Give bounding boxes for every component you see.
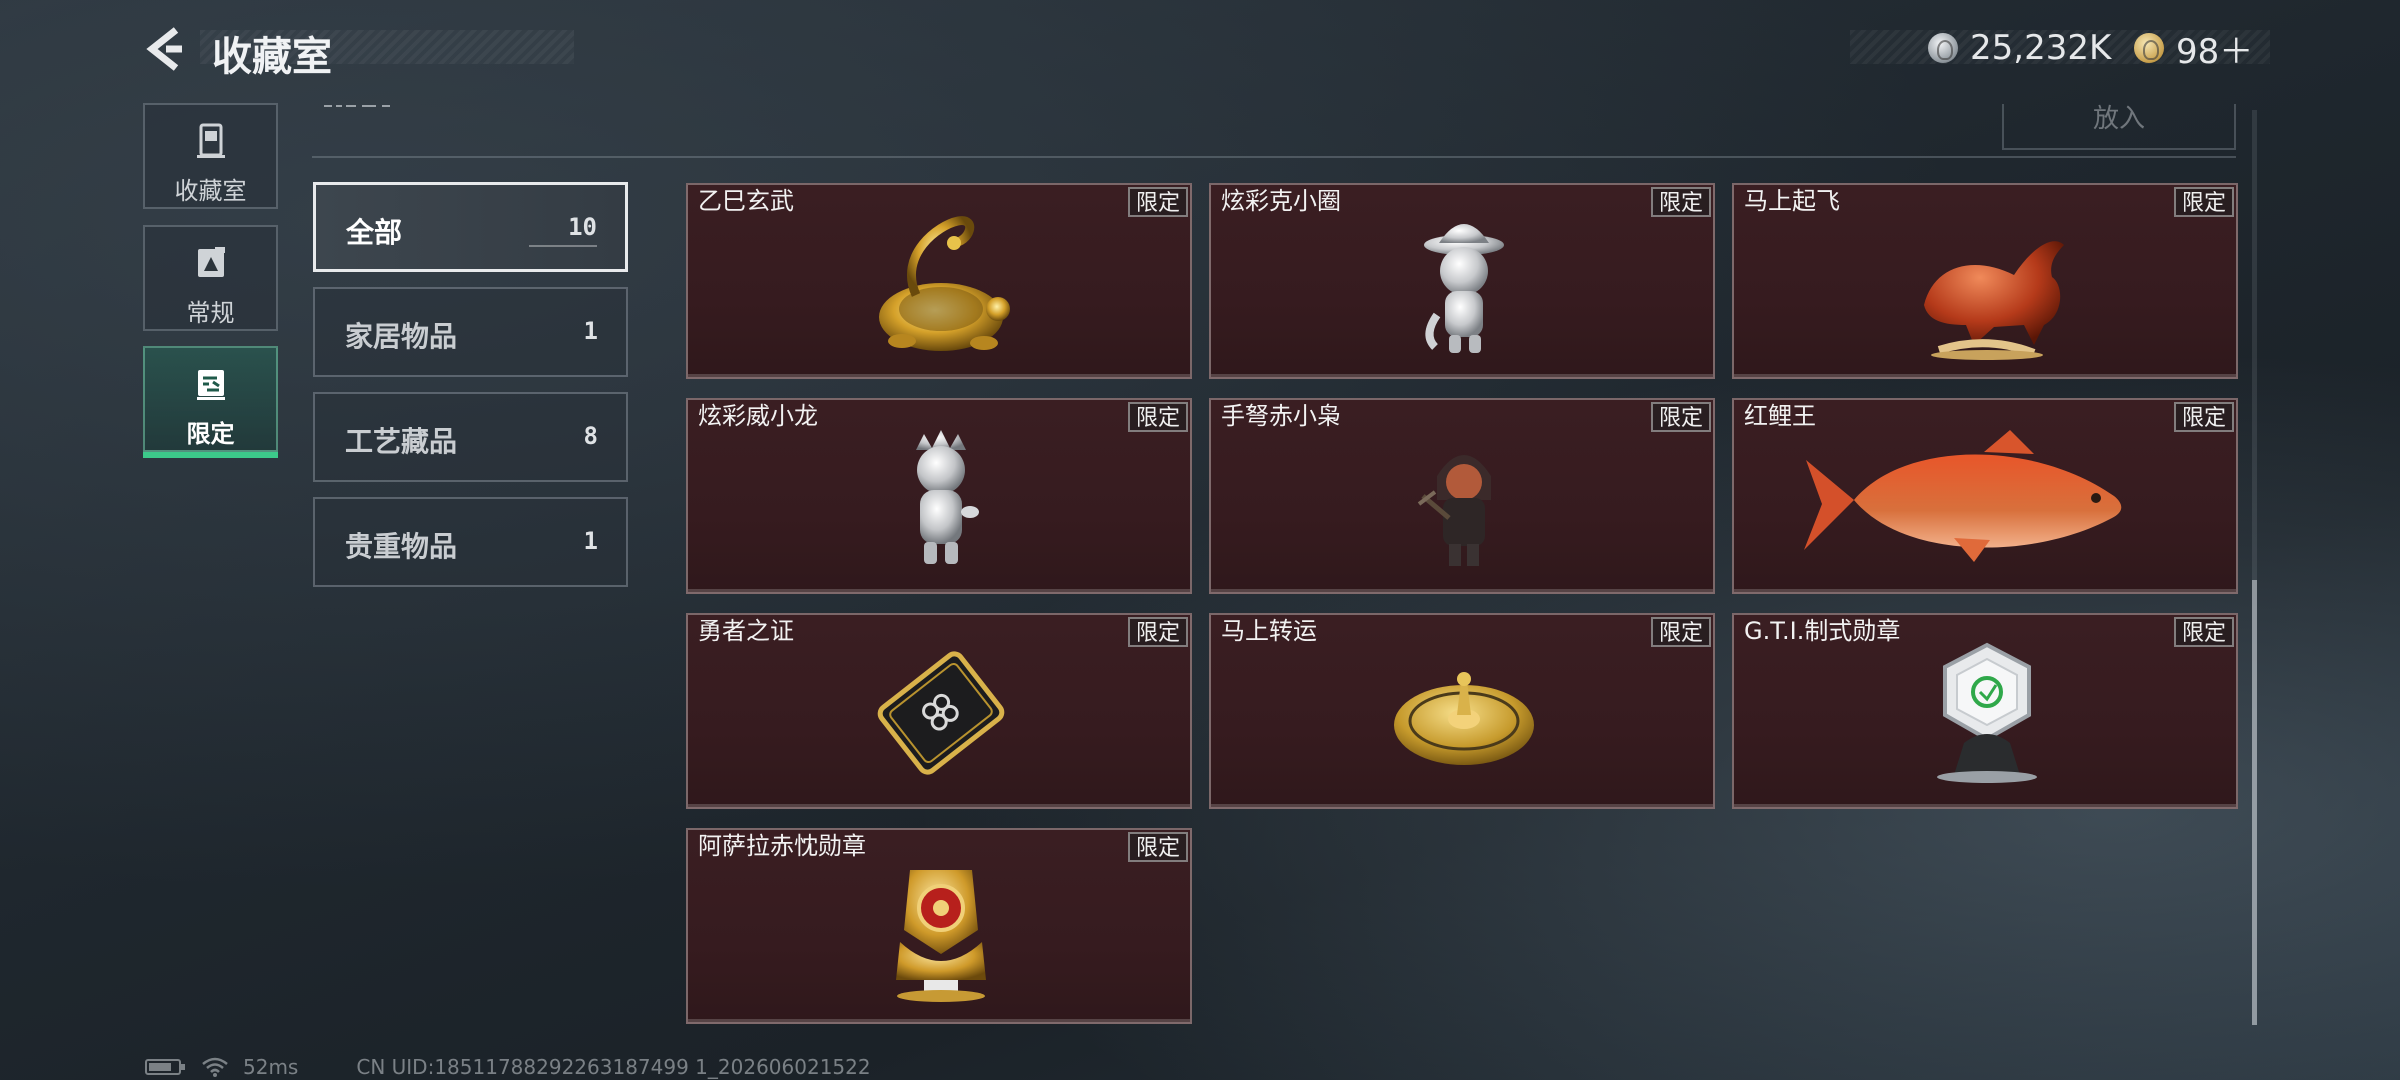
header: 收藏室 25,232K 98＋ xyxy=(0,0,2400,100)
item-card-gti-medal[interactable]: G.T.I.制式勋章 限定 xyxy=(1732,613,2238,809)
item-name: 马上转运 xyxy=(1221,617,1317,645)
item-card-yisi-xuanwu[interactable]: 乙巳玄武 限定 xyxy=(686,183,1192,379)
limited-tag: 限定 xyxy=(1650,187,1711,217)
nav-item-collection-room[interactable]: 收藏室 xyxy=(143,103,278,209)
battery-icon xyxy=(145,1059,185,1075)
category-valuables[interactable]: 贵重物品 1 xyxy=(313,497,628,587)
scrolled-header-remnant xyxy=(322,96,432,112)
top-strip xyxy=(312,100,2236,158)
category-count: 10 xyxy=(568,213,597,241)
category-count: 1 xyxy=(583,527,598,555)
item-card-mashang-zhuanyun[interactable]: 马上转运 限定 xyxy=(1209,613,1715,809)
scrollbar[interactable] xyxy=(2252,110,2257,1025)
item-card-mashang-qifei[interactable]: 马上起飞 限定 xyxy=(1732,183,2238,379)
ping-value: 52ms xyxy=(243,1055,299,1079)
item-name: G.T.I.制式勋章 xyxy=(1744,617,1901,645)
collection-room-icon xyxy=(196,123,225,158)
limited-tag: 限定 xyxy=(1650,402,1711,432)
silver-currency-value: 25,232K xyxy=(1970,28,2112,68)
limited-icon xyxy=(196,370,225,400)
item-name: 马上起飞 xyxy=(1744,187,1840,215)
category-all[interactable]: 全部 10 xyxy=(313,182,628,272)
item-card-asala-medal[interactable]: 阿萨拉赤忱勋章 限定 xyxy=(686,828,1192,1024)
nav-label: 收藏室 xyxy=(174,177,247,205)
limited-tag: 限定 xyxy=(1127,187,1188,217)
item-card-hongliwang[interactable]: 红鲤王 限定 xyxy=(1732,398,2238,594)
limited-tag: 限定 xyxy=(2173,402,2234,432)
limited-tag: 限定 xyxy=(1127,402,1188,432)
limited-tag: 限定 xyxy=(1127,617,1188,647)
regular-icon xyxy=(197,247,225,277)
limited-tag: 限定 xyxy=(1650,617,1711,647)
status-bar: 52ms CN UID:18511788292263187499 1_20260… xyxy=(145,1054,871,1080)
item-name: 勇者之证 xyxy=(698,617,794,645)
item-name: 炫彩威小龙 xyxy=(698,402,818,430)
category-count: 8 xyxy=(583,422,598,450)
silver-coin-icon xyxy=(1928,33,1958,63)
page-title: 收藏室 xyxy=(212,34,332,80)
limited-tag: 限定 xyxy=(1127,832,1188,862)
active-indicator xyxy=(143,452,278,458)
limited-tag: 限定 xyxy=(2173,617,2234,647)
category-label: 全部 xyxy=(346,216,403,249)
nav-item-limited[interactable]: 限定 xyxy=(143,346,278,458)
gold-currency-value: 98＋ xyxy=(2176,31,2254,72)
user-uid: CN UID:18511788292263187499 1_2026060215… xyxy=(356,1055,871,1079)
limited-tag: 限定 xyxy=(2173,187,2234,217)
nav-item-regular[interactable]: 常规 xyxy=(143,225,278,331)
nav-label: 常规 xyxy=(186,299,235,327)
item-card-yongzhe-zhizheng[interactable]: 勇者之证 限定 xyxy=(686,613,1192,809)
back-button[interactable] xyxy=(142,24,186,74)
category-label: 家居物品 xyxy=(345,320,458,353)
category-label: 工艺藏品 xyxy=(345,425,458,458)
item-name: 乙巳玄武 xyxy=(698,187,794,215)
wifi-icon xyxy=(202,1057,228,1077)
item-name: 手弩赤小枭 xyxy=(1221,402,1341,430)
category-count: 1 xyxy=(583,317,598,345)
count-underline xyxy=(529,245,597,247)
put-in-button[interactable]: 放入 xyxy=(2002,104,2236,150)
category-label: 贵重物品 xyxy=(345,530,458,563)
gold-coin-icon xyxy=(2134,33,2164,63)
item-card-xuancai-kexiaoquan[interactable]: 炫彩克小圈 限定 xyxy=(1209,183,1715,379)
item-name: 阿萨拉赤忱勋章 xyxy=(698,832,866,860)
nav-label: 限定 xyxy=(186,420,235,448)
item-card-shounu-chixiaoxiao[interactable]: 手弩赤小枭 限定 xyxy=(1209,398,1715,594)
silver-currency[interactable]: 25,232K xyxy=(1928,26,2111,70)
item-name: 炫彩克小圈 xyxy=(1221,187,1341,215)
item-name: 红鲤王 xyxy=(1744,402,1816,430)
category-home-goods[interactable]: 家居物品 1 xyxy=(313,287,628,377)
gold-currency[interactable]: 98＋ xyxy=(2134,26,2254,72)
scroll-thumb[interactable] xyxy=(2252,580,2257,1025)
back-arrow-icon xyxy=(146,27,182,71)
category-crafts[interactable]: 工艺藏品 8 xyxy=(313,392,628,482)
item-card-xuancai-weixiaolong[interactable]: 炫彩威小龙 限定 xyxy=(686,398,1192,594)
